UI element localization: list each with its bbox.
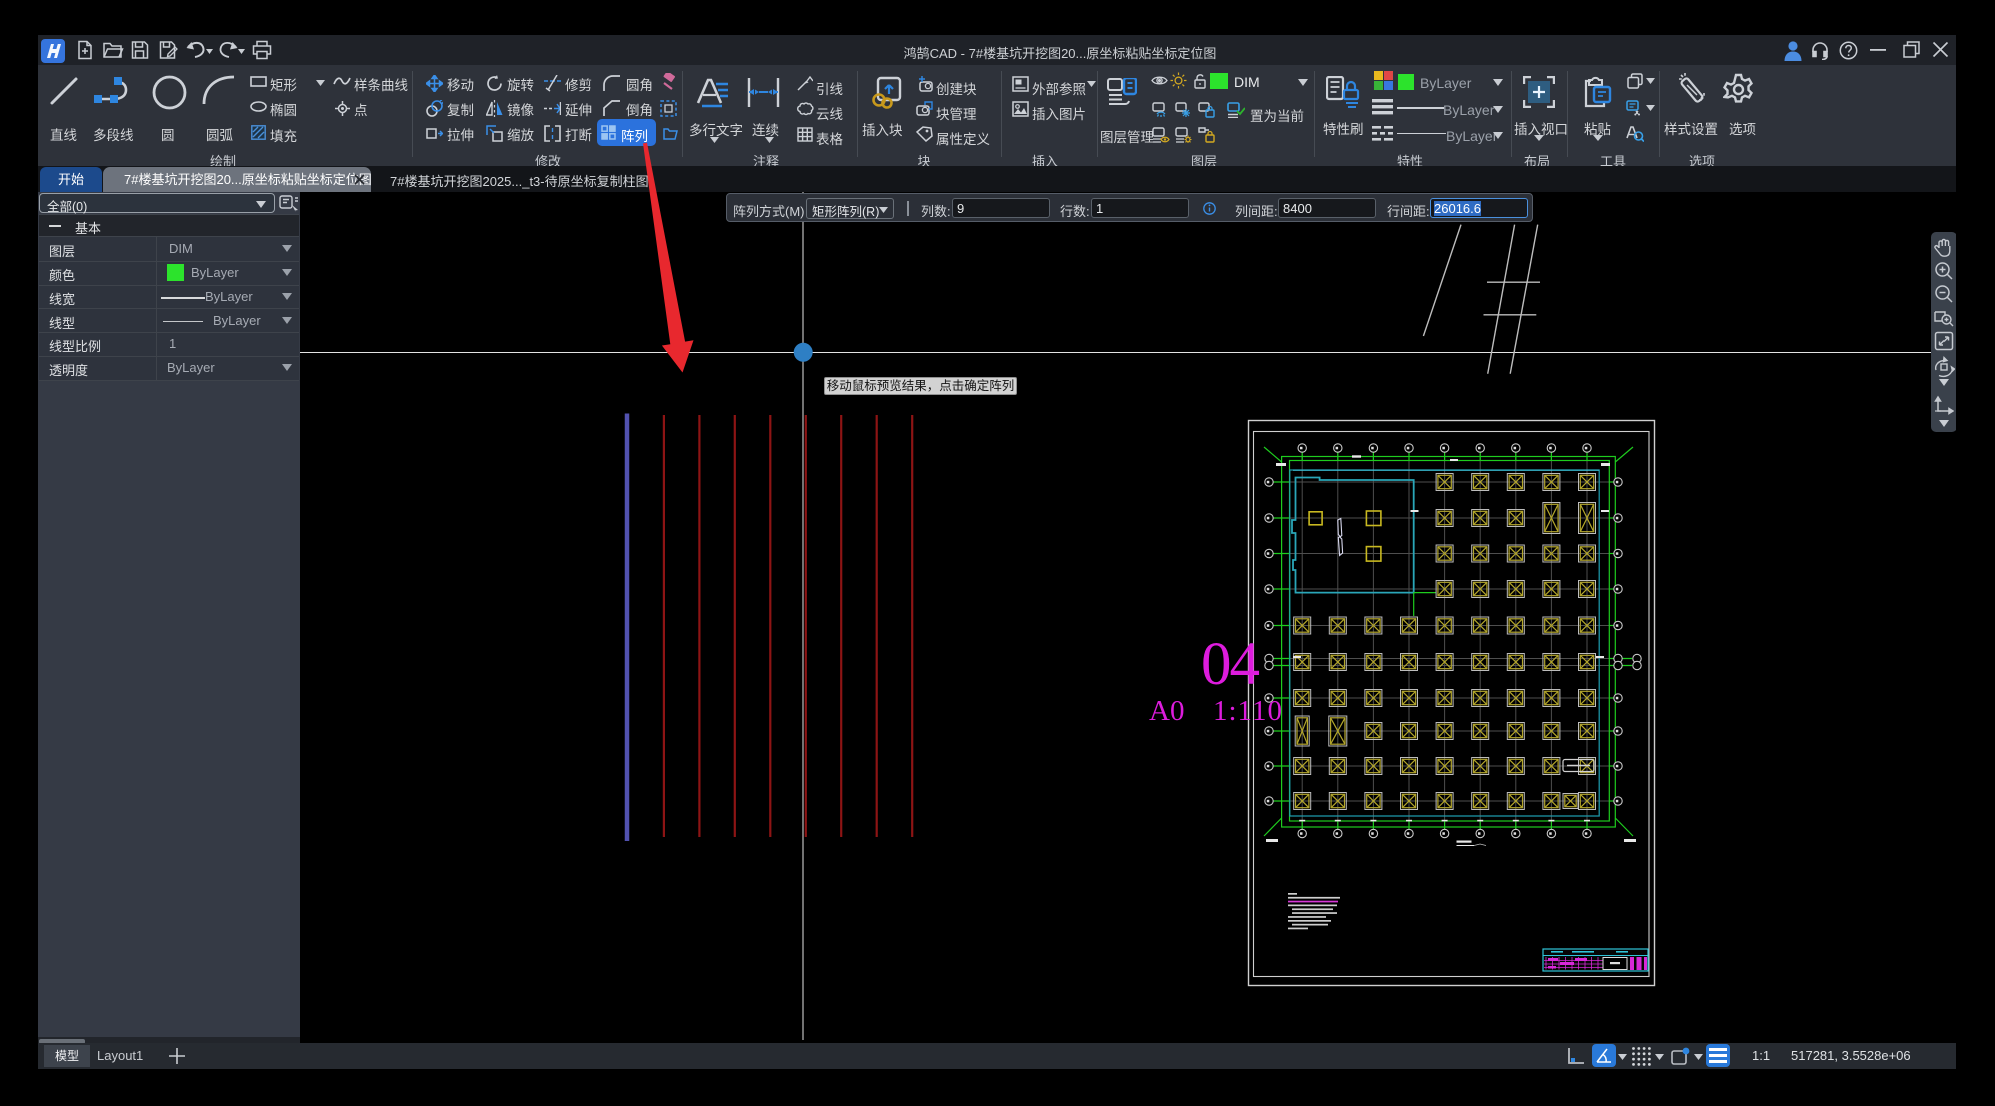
svg-text:04: 04 [1201, 631, 1260, 698]
svg-text:1:110: 1:110 [1213, 695, 1283, 727]
svg-text:A0: A0 [1149, 695, 1184, 727]
